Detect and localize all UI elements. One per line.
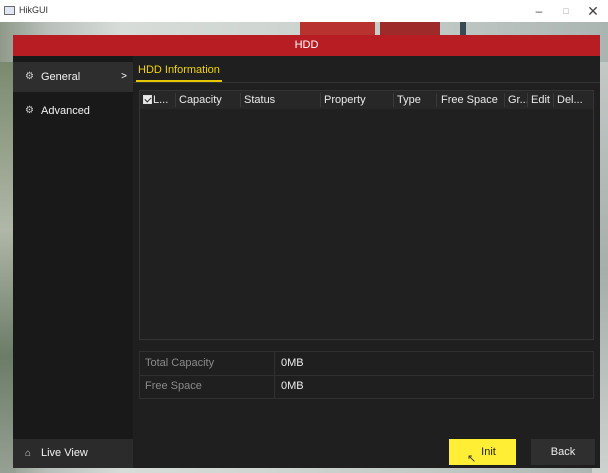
select-all-checkbox[interactable] xyxy=(143,95,152,104)
column-header-type[interactable]: Type xyxy=(397,94,421,106)
total-capacity-value: 0MB xyxy=(281,357,304,369)
sidebar-item-advanced[interactable]: ⚙ Advanced xyxy=(13,96,133,126)
free-space-row: Free Space 0MB xyxy=(140,375,593,398)
table-header: L... Capacity Status Property Type Free … xyxy=(140,91,593,109)
capacity-summary: Total Capacity 0MB Free Space 0MB xyxy=(139,351,594,399)
back-button[interactable]: Back xyxy=(531,439,595,465)
free-space-value: 0MB xyxy=(281,380,304,392)
app-icon xyxy=(4,6,15,15)
column-header-status[interactable]: Status xyxy=(244,94,275,106)
live-view-label: Live View xyxy=(41,447,88,459)
sidebar-item-label: Advanced xyxy=(41,105,90,117)
column-header-group[interactable]: Gr... xyxy=(508,94,529,106)
sliders-icon: ⚙ xyxy=(25,105,34,116)
total-capacity-row: Total Capacity 0MB xyxy=(140,352,593,376)
chevron-right-icon: > xyxy=(121,71,127,82)
column-header-free-space[interactable]: Free Space xyxy=(441,94,498,106)
close-button[interactable]: ✕ xyxy=(582,0,604,22)
cursor-icon: ↖ xyxy=(467,453,477,465)
content-panel: HDD Information L... Capacity Status Pro… xyxy=(133,56,600,468)
column-header-capacity[interactable]: Capacity xyxy=(179,94,222,106)
maximize-button[interactable]: □ xyxy=(555,0,577,22)
tab-hdd-information[interactable]: HDD Information xyxy=(138,64,220,76)
tab-divider xyxy=(133,82,600,83)
column-header-select[interactable]: L... xyxy=(143,94,168,106)
free-space-label: Free Space xyxy=(145,380,202,392)
live-view-button[interactable]: ⌂ Live View xyxy=(13,439,133,468)
sidebar-item-general[interactable]: ⚙ General > xyxy=(13,62,133,92)
column-header-delete[interactable]: Del... xyxy=(557,94,583,106)
minimize-button[interactable]: – xyxy=(528,0,550,22)
sidebar: ⚙ General > ⚙ Advanced ⌂ Live View xyxy=(13,56,133,468)
gear-icon: ⚙ xyxy=(25,71,34,82)
total-capacity-label: Total Capacity xyxy=(145,357,215,369)
hdd-table: L... Capacity Status Property Type Free … xyxy=(139,90,594,340)
init-button[interactable]: ↖ Init xyxy=(449,439,516,465)
column-header-edit[interactable]: Edit xyxy=(531,94,550,106)
window-title: HikGUI xyxy=(19,5,48,15)
hdd-dialog: HDD ⚙ General > ⚙ Advanced ⌂ Live View H… xyxy=(13,35,600,468)
window-title-bar: HikGUI – □ ✕ xyxy=(0,0,608,22)
dialog-title: HDD xyxy=(13,35,600,56)
sidebar-item-label: General xyxy=(41,71,81,83)
home-icon: ⌂ xyxy=(25,448,32,459)
column-header-property[interactable]: Property xyxy=(324,94,366,106)
